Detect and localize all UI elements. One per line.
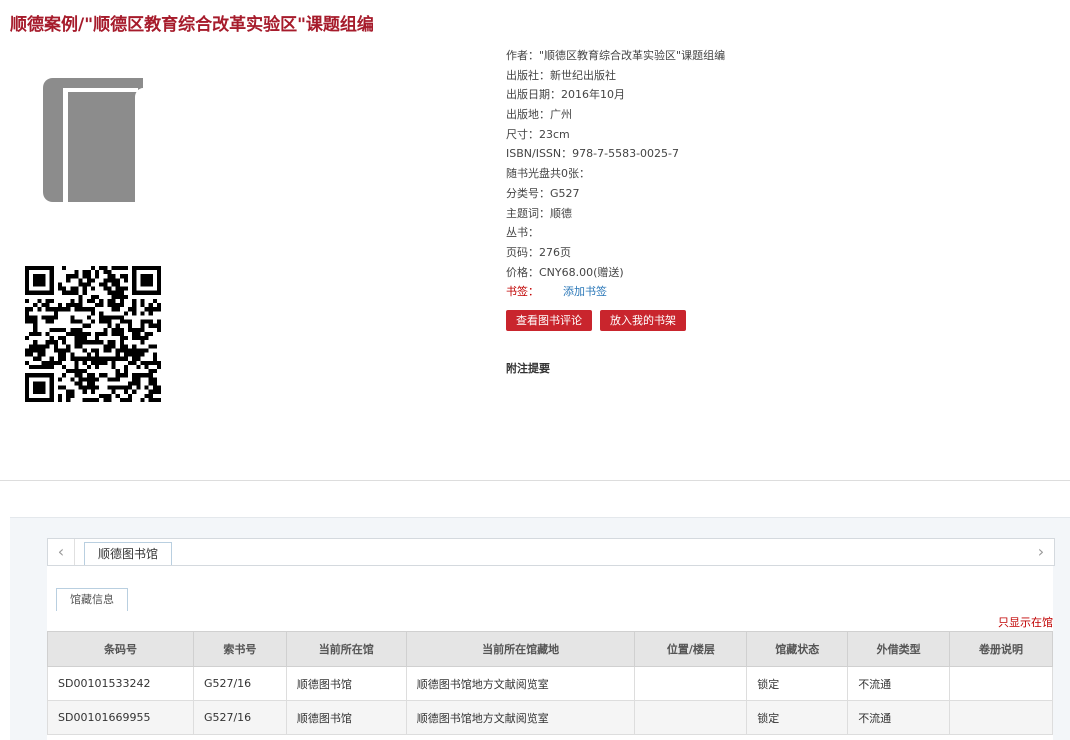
divider [0,480,1070,481]
disc-count: 随书光盘共0张： [506,167,590,181]
holdings-content: 馆藏信息 只显示在馆 条码号 索书号 当前所在馆 当前所在馆藏地 位置/楼层 馆… [47,566,1053,740]
col-volume-note: 卷册说明 [949,631,1053,667]
bookmark-row: 书签： 添加书签 [506,282,725,302]
view-reviews-button[interactable]: 查看图书评论 [506,310,592,331]
library-tab-strip: ‹ 顺德图书馆 › [47,538,1055,566]
isbn: ISBN/ISSN：978-7-5583-0025-7 [506,147,680,161]
call-number-cell: G527/16 [192,700,287,735]
table-header-row: 条码号 索书号 当前所在馆 当前所在馆藏地 位置/楼层 馆藏状态 外借类型 卷册… [47,631,1053,667]
add-bookmark-link[interactable]: 添加书签 [563,285,607,298]
col-location: 当前所在馆藏地 [405,631,636,667]
location-cell: 顺德图书馆地方文献阅览室 [405,700,636,735]
barcode-cell: SD00101669955 [47,700,194,735]
subject: 主题词：顺德 [506,206,572,220]
volume-note-cell [949,700,1053,735]
publisher: 出版社：新世纪出版社 [506,68,616,82]
add-to-shelf-button[interactable]: 放入我的书架 [600,310,686,331]
book-metadata: 作者："顺德区教育综合改革实验区"课题组编 出版社：新世纪出版社 出版日期：20… [506,46,725,302]
table-row: SD00101669955 G527/16 顺德图书馆 顺德图书馆地方文献阅览室… [47,700,1053,735]
floor-cell [634,666,748,701]
call-number-cell: G527/16 [192,666,287,701]
action-buttons: 查看图书评论 放入我的书架 [506,310,686,331]
author: 作者："顺德区教育综合改革实验区"课题组编 [506,49,726,62]
size: 尺寸：23cm [506,127,570,141]
tab-library[interactable]: 顺德图书馆 [84,542,173,565]
library-cell: 顺德图书馆 [285,666,407,701]
publication-date: 出版日期：2016年10月 [506,88,625,102]
loan-type-cell: 不流通 [847,666,951,701]
col-call-number: 索书号 [192,631,287,667]
barcode-cell: SD00101533242 [47,666,194,701]
page-title: 顺德案例/"顺德区教育综合改革实验区"课题组编 [10,15,374,35]
library-cell: 顺德图书馆 [285,700,407,735]
chevron-right-icon[interactable]: › [1028,539,1054,565]
col-library: 当前所在馆 [285,631,407,667]
qr-code-icon [25,266,161,402]
holdings-table: 条码号 索书号 当前所在馆 当前所在馆藏地 位置/楼层 馆藏状态 外借类型 卷册… [47,631,1053,735]
holdings-panel: ‹ 顺德图书馆 › 馆藏信息 只显示在馆 条码号 索书号 当前所在馆 当前所在馆… [10,517,1070,740]
page-count: 页码：276页 [506,245,571,259]
col-loan-type: 外借类型 [847,631,951,667]
only-in-library-link[interactable]: 只显示在馆 [998,614,1053,630]
col-floor: 位置/楼层 [634,631,748,667]
series: 丛书： [506,226,539,240]
location-cell: 顺德图书馆地方文献阅览室 [405,666,636,701]
bookmark-label: 书签： [506,285,539,299]
annotation-heading: 附注提要 [506,362,550,375]
publication-place: 出版地：广州 [506,108,572,122]
volume-note-cell [949,666,1053,701]
table-row: SD00101533242 G527/16 顺德图书馆 顺德图书馆地方文献阅览室… [47,666,1053,701]
loan-type-cell: 不流通 [847,700,951,735]
status-cell: 锁定 [746,666,849,701]
tab-holdings-info[interactable]: 馆藏信息 [56,588,128,611]
class-number: 分类号：G527 [506,186,580,200]
book-icon [43,78,143,202]
floor-cell [634,700,748,735]
status-cell: 锁定 [746,700,849,735]
price: 价格：CNY68.00(赠送) [506,265,624,279]
chevron-left-icon[interactable]: ‹ [48,539,75,565]
col-status: 馆藏状态 [746,631,849,667]
col-barcode: 条码号 [47,631,194,667]
